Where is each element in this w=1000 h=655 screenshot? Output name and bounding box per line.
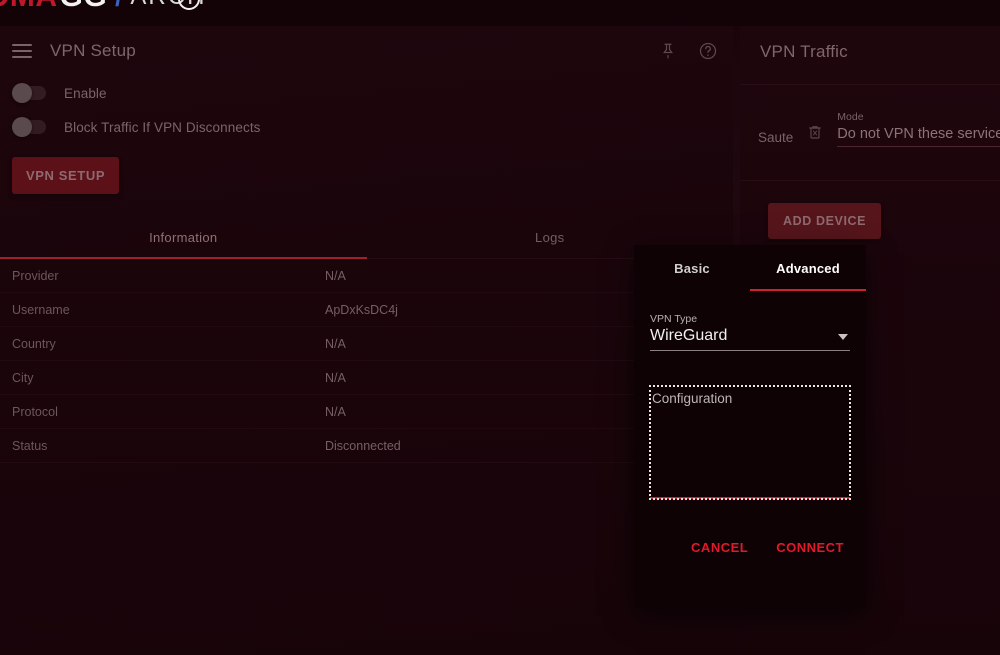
table-row: Username ApDxKsDC4j	[0, 293, 733, 327]
vpn-type-label: VPN Type	[650, 313, 698, 325]
vpn-type-select[interactable]: VPN Type WireGuard	[650, 313, 850, 351]
vpn-information-table: Provider N/A Username ApDxKsDC4j Country…	[0, 259, 733, 463]
connect-button[interactable]: CONNECT	[766, 532, 854, 563]
mode-underline	[837, 146, 1000, 147]
card-header: VPN Setup	[0, 26, 733, 76]
vpn-traffic-title: VPN Traffic	[760, 42, 848, 61]
row-value: ApDxKsDC4j	[325, 302, 398, 317]
vpn-type-value: WireGuard	[650, 327, 728, 344]
row-value: N/A	[325, 370, 346, 385]
add-device-button[interactable]: ADD DEVICE	[768, 203, 882, 239]
table-row: Provider N/A	[0, 259, 733, 293]
mode-field[interactable]: Mode Do not VPN these services	[837, 111, 1000, 147]
info-logs-tabs: Information Logs	[0, 218, 733, 259]
toggle-knob	[12, 117, 32, 137]
block-traffic-toggle-label: Block Traffic If VPN Disconnects	[64, 119, 261, 135]
table-row: Protocol N/A	[0, 395, 733, 429]
configuration-placeholder: Configuration	[652, 391, 733, 406]
enable-toggle-switch[interactable]	[12, 83, 46, 103]
hamburger-menu-icon[interactable]	[12, 44, 32, 58]
trash-delete-icon[interactable]	[807, 123, 823, 147]
tab-information[interactable]: Information	[0, 218, 367, 259]
app-root: OMA GG / ARCH VPN Setup	[0, 0, 1000, 655]
toggle-row-block-traffic[interactable]: Block Traffic If VPN Disconnects	[0, 110, 733, 144]
vpn-type-underline	[650, 350, 850, 351]
row-key: Country	[12, 336, 56, 351]
panel-divider-2	[740, 180, 1000, 181]
page-title: VPN Setup	[50, 41, 136, 60]
table-row: Country N/A	[0, 327, 733, 361]
brand-logo-part-b: GG	[60, 0, 108, 14]
device-name-label: Saute	[758, 130, 794, 145]
table-row: Status Disconnected	[0, 429, 733, 463]
brand-logo-part-a: OMA	[0, 0, 58, 14]
device-row: Saute Mode Do not VPN these services	[740, 85, 1000, 147]
row-key: Username	[12, 302, 70, 317]
row-key: City	[12, 370, 34, 385]
dialog-actions: CANCEL CONNECT	[681, 532, 854, 563]
header-icon-group	[657, 26, 719, 76]
configuration-textarea[interactable]: Configuration	[649, 385, 851, 500]
chevron-down-icon[interactable]	[838, 334, 848, 340]
table-row: City N/A	[0, 361, 733, 395]
tab-advanced[interactable]: Advanced	[750, 245, 866, 291]
mode-value: Do not VPN these services	[837, 126, 1000, 142]
tab-basic[interactable]: Basic	[634, 245, 750, 291]
dialog-tabs: Basic Advanced	[634, 245, 866, 291]
row-value: N/A	[325, 404, 346, 419]
vpn-setup-card: VPN Setup Enable Block Traffic If VPN Di…	[0, 26, 733, 655]
pin-icon[interactable]	[657, 40, 679, 62]
row-key: Protocol	[12, 404, 58, 419]
cancel-button[interactable]: CANCEL	[681, 532, 758, 563]
row-value: N/A	[325, 336, 346, 351]
vpn-connect-dialog: Basic Advanced VPN Type WireGuard Config…	[634, 245, 866, 608]
row-value: N/A	[325, 268, 346, 283]
help-circle-icon[interactable]	[697, 40, 719, 62]
brand-bar: OMA GG / ARCH	[0, 0, 1000, 26]
block-traffic-toggle-switch[interactable]	[12, 117, 46, 137]
toggle-knob	[12, 83, 32, 103]
enable-toggle-label: Enable	[64, 85, 107, 101]
toggle-row-enable[interactable]: Enable	[0, 76, 733, 110]
mode-label: Mode	[837, 111, 864, 123]
brand-logo[interactable]: OMA GG / ARCH	[0, 0, 206, 14]
row-key: Status	[12, 438, 48, 453]
row-key: Provider	[12, 268, 59, 283]
row-value: Disconnected	[325, 438, 401, 453]
vpn-setup-button[interactable]: VPN SETUP	[12, 157, 120, 194]
brand-logo-slash: /	[115, 0, 122, 13]
